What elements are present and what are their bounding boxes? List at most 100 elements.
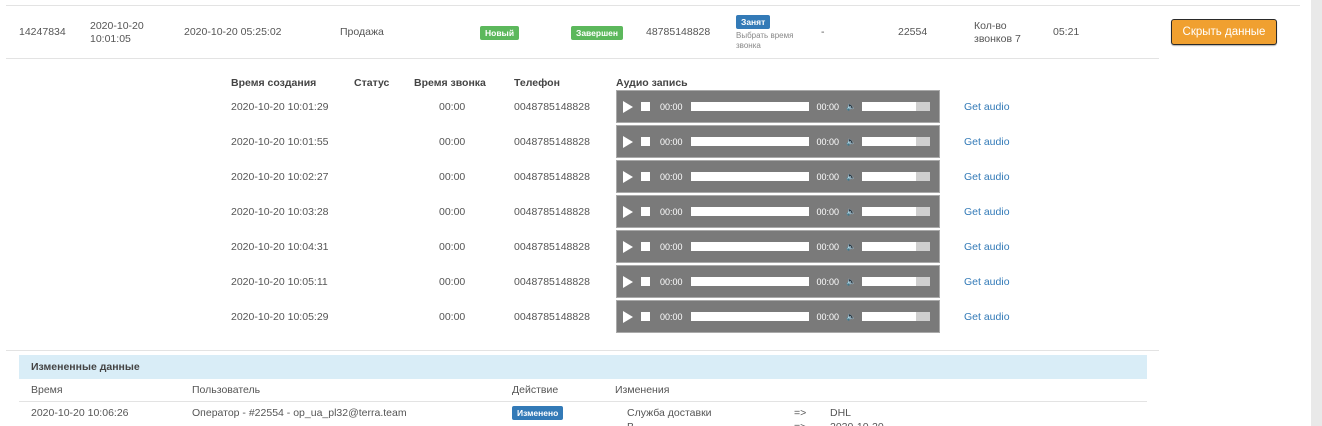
choose-call-time-link[interactable]: Выбрать время звонка [736, 31, 816, 51]
audio-progress-bar[interactable] [690, 242, 809, 251]
volume-icon[interactable]: 🔈 [846, 207, 856, 216]
stop-icon[interactable] [641, 137, 650, 146]
changes-panel-title: Измененные данные [19, 355, 1147, 379]
get-audio-link[interactable]: Get audio [964, 124, 1010, 159]
play-icon[interactable] [623, 240, 633, 253]
call-created: 2020-10-20 10:01:29 [231, 100, 329, 113]
call-created: 2020-10-20 10:02:27 [231, 170, 329, 183]
get-audio-link[interactable]: Get audio [964, 89, 1010, 124]
order-row: 14247834 2020-10-20 10:01:05 2020-10-20 … [6, 6, 1300, 59]
call-time: 00:00 [439, 240, 466, 253]
change-user: Оператор - #22554 - op_ua_pl32@terra.tea… [192, 407, 407, 419]
calls-count-line1: Кол-во [974, 19, 1007, 32]
volume-icon[interactable]: 🔈 [846, 102, 856, 111]
get-audio-link-text[interactable]: Get audio [964, 241, 1010, 253]
audio-progress-bar[interactable] [690, 102, 809, 111]
changes-header-action: Действие [512, 384, 559, 396]
volume-icon[interactable]: 🔈 [846, 312, 856, 321]
changes-header-time: Время [31, 384, 63, 396]
get-audio-link[interactable]: Get audio [964, 299, 1010, 334]
audio-player: 00:00 00:00 🔈 [616, 90, 940, 123]
get-audio-link-text[interactable]: Get audio [964, 206, 1010, 218]
call-row: 2020-10-20 10:02:27 00:00 0048785148828 00:… [0, 159, 1322, 194]
get-audio-link-text[interactable]: Get audio [964, 311, 1010, 323]
audio-duration: 00:00 [816, 171, 840, 182]
volume-slider[interactable] [862, 242, 931, 251]
get-audio-link[interactable]: Get audio [964, 264, 1010, 299]
volume-slider-rest [916, 102, 931, 111]
volume-slider[interactable] [862, 277, 931, 286]
play-icon[interactable] [623, 275, 633, 288]
audio-player: 00:00 00:00 🔈 [616, 230, 940, 263]
order-dash: - [821, 26, 825, 38]
get-audio-link[interactable]: Get audio [964, 229, 1010, 264]
audio-current-time: 00:00 [660, 311, 683, 322]
play-icon[interactable] [623, 100, 633, 113]
status-badge-done: Завершен [571, 6, 624, 59]
stop-icon[interactable] [641, 172, 650, 181]
get-audio-link-text[interactable]: Get audio [964, 136, 1010, 148]
order-created-date: 2020-10-20 [90, 19, 144, 32]
section-divider [6, 350, 1159, 351]
stop-icon[interactable] [641, 102, 650, 111]
call-phone: 0048785148828 [514, 310, 590, 323]
volume-slider[interactable] [862, 207, 931, 216]
get-audio-link[interactable]: Get audio [964, 194, 1010, 229]
call-row: 2020-10-20 10:01:55 00:00 0048785148828 00:… [0, 124, 1322, 159]
volume-slider-rest [916, 312, 931, 321]
status-new-label: Новый [480, 25, 520, 40]
call-created: 2020-10-20 10:03:28 [231, 205, 329, 218]
play-icon[interactable] [623, 135, 633, 148]
call-phone: 0048785148828 [514, 135, 590, 148]
play-icon[interactable] [623, 310, 633, 323]
busy-block: Занят Выбрать время звонка [736, 6, 816, 59]
volume-slider[interactable] [862, 172, 931, 181]
get-audio-link-text[interactable]: Get audio [964, 276, 1010, 288]
volume-slider-rest [916, 277, 931, 286]
volume-icon[interactable]: 🔈 [846, 277, 856, 286]
hide-data-button[interactable]: Скрыть данные [1171, 19, 1277, 45]
stop-icon[interactable] [641, 207, 650, 216]
call-created: 2020-10-20 10:05:11 [231, 275, 328, 288]
volume-icon[interactable]: 🔈 [846, 242, 856, 251]
call-phone: 0048785148828 [514, 170, 590, 183]
get-audio-link[interactable]: Get audio [964, 159, 1010, 194]
status-badge-new: Новый [480, 6, 520, 59]
audio-player: 00:00 00:00 🔈 [616, 265, 940, 298]
call-time: 00:00 [439, 275, 466, 288]
volume-slider[interactable] [862, 102, 931, 111]
stop-icon[interactable] [641, 312, 650, 321]
call-created: 2020-10-20 10:05:29 [231, 310, 329, 323]
calls-count-line2: звонков 7 [974, 32, 1021, 45]
call-time: 00:00 [439, 100, 466, 113]
volume-icon[interactable]: 🔈 [846, 172, 856, 181]
get-audio-link-text[interactable]: Get audio [964, 171, 1010, 183]
busy-badge[interactable]: Занят [736, 14, 771, 29]
volume-slider[interactable] [862, 137, 931, 146]
stop-icon[interactable] [641, 277, 650, 286]
play-icon[interactable] [623, 170, 633, 183]
audio-progress-bar[interactable] [690, 172, 809, 181]
audio-duration: 00:00 [816, 206, 840, 217]
order-phone: 48785148828 [646, 26, 711, 38]
audio-current-time: 00:00 [660, 241, 683, 252]
play-icon[interactable] [623, 205, 633, 218]
operator-id: 22554 [898, 26, 928, 38]
status-done-label: Завершен [571, 25, 624, 40]
audio-progress-bar[interactable] [690, 137, 809, 146]
call-time: 00:00 [439, 170, 466, 183]
get-audio-link-text[interactable]: Get audio [964, 101, 1010, 113]
audio-duration: 00:00 [816, 241, 840, 252]
change-field: Служба доставки [627, 407, 712, 419]
change-arrow-2: => [794, 421, 806, 426]
change-action-label: Изменено [512, 406, 564, 420]
call-created: 2020-10-20 10:04:31 [231, 240, 329, 253]
audio-progress-bar[interactable] [690, 312, 809, 321]
volume-slider[interactable] [862, 312, 931, 321]
volume-icon[interactable]: 🔈 [846, 137, 856, 146]
audio-progress-bar[interactable] [690, 277, 809, 286]
volume-slider-rest [916, 172, 931, 181]
audio-progress-bar[interactable] [690, 207, 809, 216]
row-divider [6, 58, 1159, 59]
stop-icon[interactable] [641, 242, 650, 251]
